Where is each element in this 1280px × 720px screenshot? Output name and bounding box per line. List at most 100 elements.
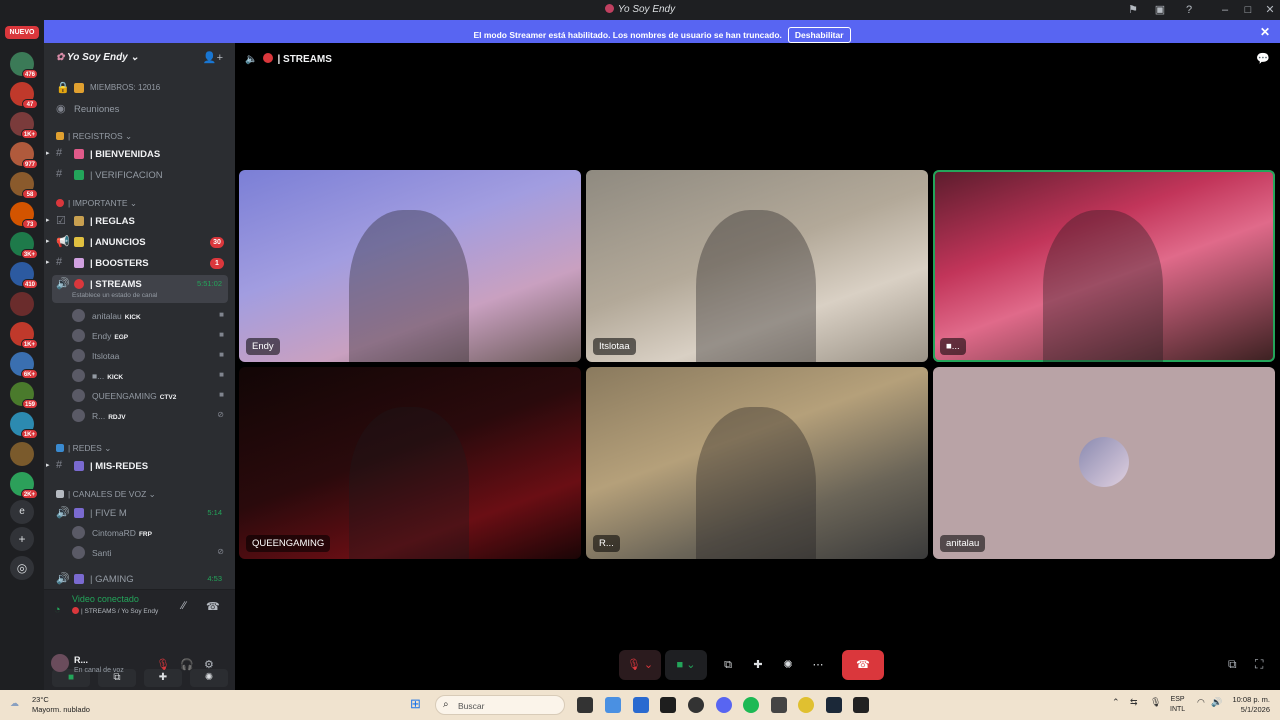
avatar[interactable] (51, 654, 69, 672)
channel-mis-redes[interactable]: ▸ # | MIS-REDES (46, 457, 228, 475)
channel-boosters[interactable]: ▸ # | BOOSTERS 1 (46, 254, 228, 272)
server-icon[interactable]: 73 (10, 202, 38, 229)
voice-user[interactable]: QUEENGAMING CTV2 ■ (72, 387, 228, 405)
activities-button[interactable]: ✚ (747, 650, 769, 680)
start-icon[interactable]: ⊞ (410, 696, 421, 712)
close-window-icon[interactable]: ✕ (1263, 3, 1277, 17)
category-registros[interactable]: | REGISTROS ⌄ (56, 131, 132, 142)
voice-location[interactable]: | STREAMS / Yo Soy Endy (72, 607, 158, 615)
channel-gaming[interactable]: 🔊 | GAMING 4:53 (52, 570, 228, 588)
add-server-icon[interactable]: + (10, 527, 34, 551)
volume-icon[interactable]: 🔊 (1211, 697, 1222, 708)
soundboard-button[interactable]: ✺ (777, 650, 799, 680)
channel-status-prompt[interactable]: Establece un estado de canal (72, 292, 157, 299)
voice-user[interactable]: Itslotaa ■ (72, 347, 228, 365)
video-tile[interactable]: QUEENGAMING (239, 367, 581, 559)
leave-call-button[interactable]: ☎ (842, 650, 884, 680)
app-icon[interactable] (688, 697, 704, 713)
settings-icon[interactable]: ⚙ (204, 658, 214, 671)
app-icon[interactable] (771, 697, 787, 713)
network-icon[interactable]: ⇆ (1130, 697, 1138, 708)
server-icon[interactable]: 476 (10, 52, 38, 79)
video-tile[interactable]: Endy (239, 170, 581, 362)
invite-icon[interactable]: 👤+ (203, 51, 223, 64)
server-icon[interactable]: 1K+ (10, 322, 38, 349)
language-indicator[interactable]: ESP INTL (1170, 695, 1185, 715)
close-banner-icon[interactable]: ✕ (1260, 25, 1270, 39)
server-icon[interactable]: 3K+ (10, 232, 38, 259)
camera-button[interactable]: ■ ⌄ (665, 650, 707, 680)
server-e[interactable]: e (10, 500, 34, 524)
members-count: MIEMBROS: 12016 (90, 83, 161, 92)
current-user-name[interactable]: R... (74, 655, 88, 665)
server-icon[interactable]: 1K+ (10, 412, 38, 439)
channel-verificacion[interactable]: # | VERIFICACION (52, 166, 228, 184)
category-importante[interactable]: | IMPORTANTE ⌄ (56, 198, 137, 209)
share-screen-button[interactable]: ⧉ (717, 650, 739, 680)
inbox-icon[interactable]: ⚑ (1126, 3, 1140, 17)
store-icon[interactable] (633, 697, 649, 713)
server-icon[interactable]: 47 (10, 82, 38, 109)
server-icon[interactable] (10, 292, 34, 316)
minimize-icon[interactable]: – (1218, 3, 1232, 17)
server-icon[interactable] (10, 442, 34, 466)
server-icon[interactable]: 2K+ (10, 472, 38, 499)
voice-user[interactable]: CintomaRD FRP (72, 524, 228, 542)
server-icon[interactable]: 1K+ (10, 112, 38, 139)
screen-icon[interactable]: ▣ (1153, 3, 1167, 17)
channel-streams[interactable]: 🔊 | STREAMS 5:51:02 Establece un estado … (52, 275, 228, 303)
fullscreen-icon[interactable]: ⛶ (1255, 657, 1263, 672)
epic-games-icon[interactable] (853, 697, 869, 713)
chrome-icon[interactable] (798, 697, 814, 713)
clock-date: 5/1/2026 (1240, 705, 1270, 714)
voice-status[interactable]: Video conectado (72, 594, 139, 604)
help-icon[interactable]: ? (1182, 3, 1196, 17)
video-tile[interactable]: R... (586, 367, 928, 559)
noise-suppression-icon[interactable]: ∕∕ (182, 600, 186, 612)
discord-icon[interactable] (716, 697, 732, 713)
server-header[interactable]: ✿ Yo Soy Endy ⌄ 👤+ (44, 43, 235, 73)
voice-user[interactable]: ■... KICK ■ (72, 367, 228, 385)
category-canales-de-voz[interactable]: | CANALES DE VOZ ⌄ (56, 489, 156, 500)
popout-icon[interactable]: ⧉ (1228, 657, 1237, 672)
video-tile[interactable]: ■... (933, 170, 1275, 362)
disable-streamer-button[interactable]: Deshabilitar (787, 27, 851, 43)
headphones-icon[interactable]: 🎧 (180, 658, 194, 671)
video-tile[interactable]: anitalau (933, 367, 1275, 559)
mute-button[interactable]: 🎙 ⌄ (619, 650, 661, 680)
clock[interactable]: 10:08 p. m. 5/1/2026 (1224, 695, 1270, 715)
steam-icon[interactable] (826, 697, 842, 713)
video-tile[interactable]: Itslotaa (586, 170, 928, 362)
voice-user[interactable]: anitalau KICK ■ (72, 307, 228, 325)
wifi-icon[interactable]: ◠ (1197, 697, 1205, 708)
server-icon[interactable]: 58 (10, 172, 38, 199)
meetings-row[interactable]: ◉ Reuniones (52, 100, 228, 118)
disconnect-icon[interactable]: ☎ (206, 600, 220, 613)
task-view-icon[interactable] (577, 697, 593, 713)
channel-five-m[interactable]: 🔊 | FIVE M 5:14 (52, 504, 228, 522)
more-options-button[interactable]: ⋯ (807, 650, 829, 680)
maximize-icon[interactable]: □ (1241, 3, 1255, 17)
channel-anuncios[interactable]: ▸ 📢 | ANUNCIOS 30 (46, 233, 228, 251)
chat-icon[interactable]: 💬 (1256, 52, 1270, 65)
mic-muted-icon[interactable]: 🎙 (156, 658, 170, 671)
taskbar-search[interactable]: ⌕ Buscar (435, 695, 565, 715)
mic-tray-icon[interactable]: 🎙 (1150, 697, 1161, 708)
server-icon[interactable]: 977 (10, 142, 38, 169)
server-icon[interactable]: 6K+ (10, 352, 38, 379)
spotify-icon[interactable] (743, 697, 759, 713)
new-badge[interactable]: NUEVO (5, 26, 39, 39)
category-redes[interactable]: | REDES ⌄ (56, 443, 111, 454)
channel-bienvenidas[interactable]: ▸ # | BIENVENIDAS (46, 145, 228, 163)
server-icon[interactable]: 410 (10, 262, 38, 289)
weather-widget[interactable]: 23°C Mayorm. nublado (32, 695, 90, 715)
copilot-icon[interactable] (605, 697, 621, 713)
explore-icon[interactable]: ◎ (10, 556, 34, 580)
server-icon[interactable]: 159 (10, 382, 38, 409)
tray-chevron-icon[interactable]: ⌃ (1112, 697, 1120, 708)
terminal-icon[interactable] (660, 697, 676, 713)
voice-user[interactable]: Endy EGP ■ (72, 327, 228, 345)
voice-user[interactable]: Santi ⊘ (72, 544, 228, 562)
channel-reglas[interactable]: ▸ ☑ | REGLAS (46, 212, 228, 230)
voice-user[interactable]: R... RDJV ⊘ (72, 407, 228, 425)
